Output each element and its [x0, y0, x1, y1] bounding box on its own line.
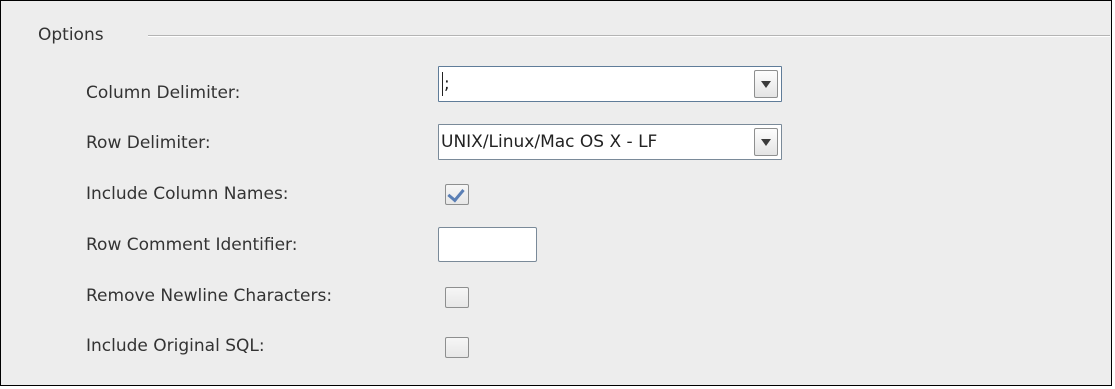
- column-delimiter-value: ;: [444, 74, 450, 94]
- row-comment-identifier-input[interactable]: [438, 227, 537, 262]
- include-original-sql-label: Include Original SQL:: [86, 336, 265, 356]
- column-delimiter-dropdown-button[interactable]: [754, 70, 778, 98]
- include-original-sql-checkbox[interactable]: [445, 337, 469, 358]
- text-cursor: [442, 72, 443, 96]
- column-delimiter-label: Column Delimiter:: [86, 83, 241, 103]
- options-group-title: Options: [38, 25, 104, 45]
- chevron-down-icon: [761, 81, 771, 88]
- include-column-names-label: Include Column Names:: [86, 184, 289, 204]
- include-column-names-checkbox[interactable]: [445, 184, 469, 205]
- options-group-divider: [148, 35, 1110, 37]
- row-delimiter-dropdown-button[interactable]: [754, 128, 778, 156]
- column-delimiter-combobox[interactable]: ;: [438, 66, 782, 102]
- row-delimiter-label: Row Delimiter:: [86, 133, 211, 153]
- remove-newline-characters-label: Remove Newline Characters:: [86, 286, 333, 306]
- row-delimiter-value: UNIX/Linux/Mac OS X - LF: [441, 132, 658, 152]
- row-comment-identifier-label: Row Comment Identifier:: [86, 235, 298, 255]
- chevron-down-icon: [761, 139, 771, 146]
- options-panel: Options Column Delimiter: ; Row Delimite…: [0, 0, 1112, 386]
- remove-newline-characters-checkbox[interactable]: [445, 287, 469, 308]
- checkmark-icon: [447, 184, 465, 203]
- row-delimiter-combobox[interactable]: UNIX/Linux/Mac OS X - LF: [438, 124, 782, 160]
